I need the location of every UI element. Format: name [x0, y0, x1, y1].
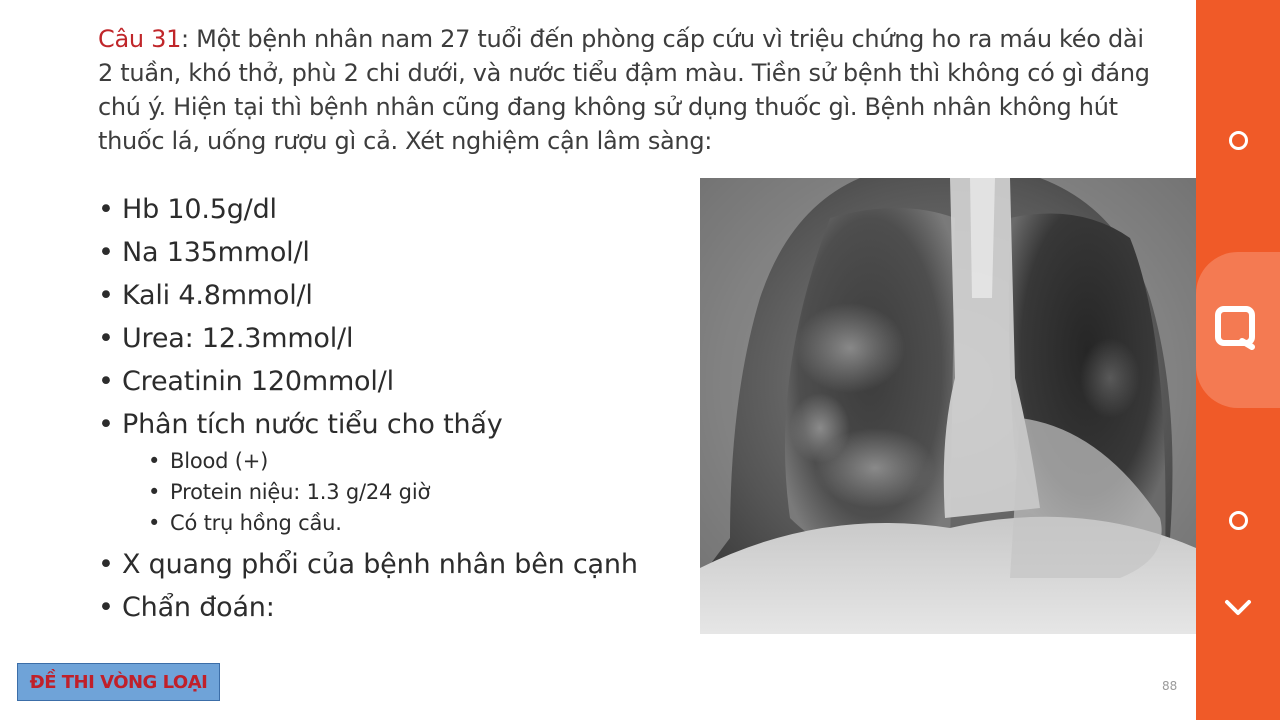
search-icon [1214, 305, 1262, 355]
lab-item-kali: Kali 4.8mmol/l [98, 274, 678, 317]
search-button[interactable] [1196, 252, 1280, 408]
urinalysis-item-blood: Blood (+) [144, 446, 678, 477]
lab-results-list: Hb 10.5g/dl Na 135mmol/l Kali 4.8mmol/l … [98, 188, 678, 629]
lab-item-hb: Hb 10.5g/dl [98, 188, 678, 231]
urinalysis-sublist: Blood (+) Protein niệu: 1.3 g/24 giờ Có … [122, 446, 678, 543]
urinalysis-item-casts: Có trụ hồng cầu. [144, 508, 678, 539]
question-body: : Một bệnh nhân nam 27 tuổi đến phòng cấ… [98, 25, 1150, 155]
lab-item-urea: Urea: 12.3mmol/l [98, 317, 678, 360]
exam-round-tag: ĐỀ THI VÒNG LOẠI [17, 663, 220, 701]
question-text: Câu 31: Một bệnh nhân nam 27 tuổi đến ph… [98, 22, 1158, 158]
bottom-circle-button[interactable] [1224, 506, 1252, 534]
urinalysis-heading: Phân tích nước tiểu cho thấy [122, 409, 503, 440]
slide: Câu 31: Một bệnh nhân nam 27 tuổi đến ph… [0, 0, 1196, 720]
lab-item-diagnosis: Chẩn đoán: [98, 586, 678, 629]
lab-item-urinalysis: Phân tích nước tiểu cho thấy Blood (+) P… [98, 403, 678, 543]
page-number: 88 [1162, 679, 1178, 693]
circle-icon [1228, 510, 1248, 530]
circle-icon [1228, 130, 1248, 150]
chevron-down-icon [1224, 599, 1252, 621]
question-label: Câu 31 [98, 25, 182, 53]
lab-item-creatinin: Creatinin 120mmol/l [98, 360, 678, 403]
lab-item-xray: X quang phổi của bệnh nhân bên cạnh [98, 543, 678, 586]
top-circle-button[interactable] [1224, 126, 1252, 154]
urinalysis-item-protein: Protein niệu: 1.3 g/24 giờ [144, 477, 678, 508]
side-control-panel [1196, 0, 1280, 720]
chest-xray-image [700, 178, 1196, 634]
collapse-button[interactable] [1220, 596, 1256, 624]
lab-item-na: Na 135mmol/l [98, 231, 678, 274]
